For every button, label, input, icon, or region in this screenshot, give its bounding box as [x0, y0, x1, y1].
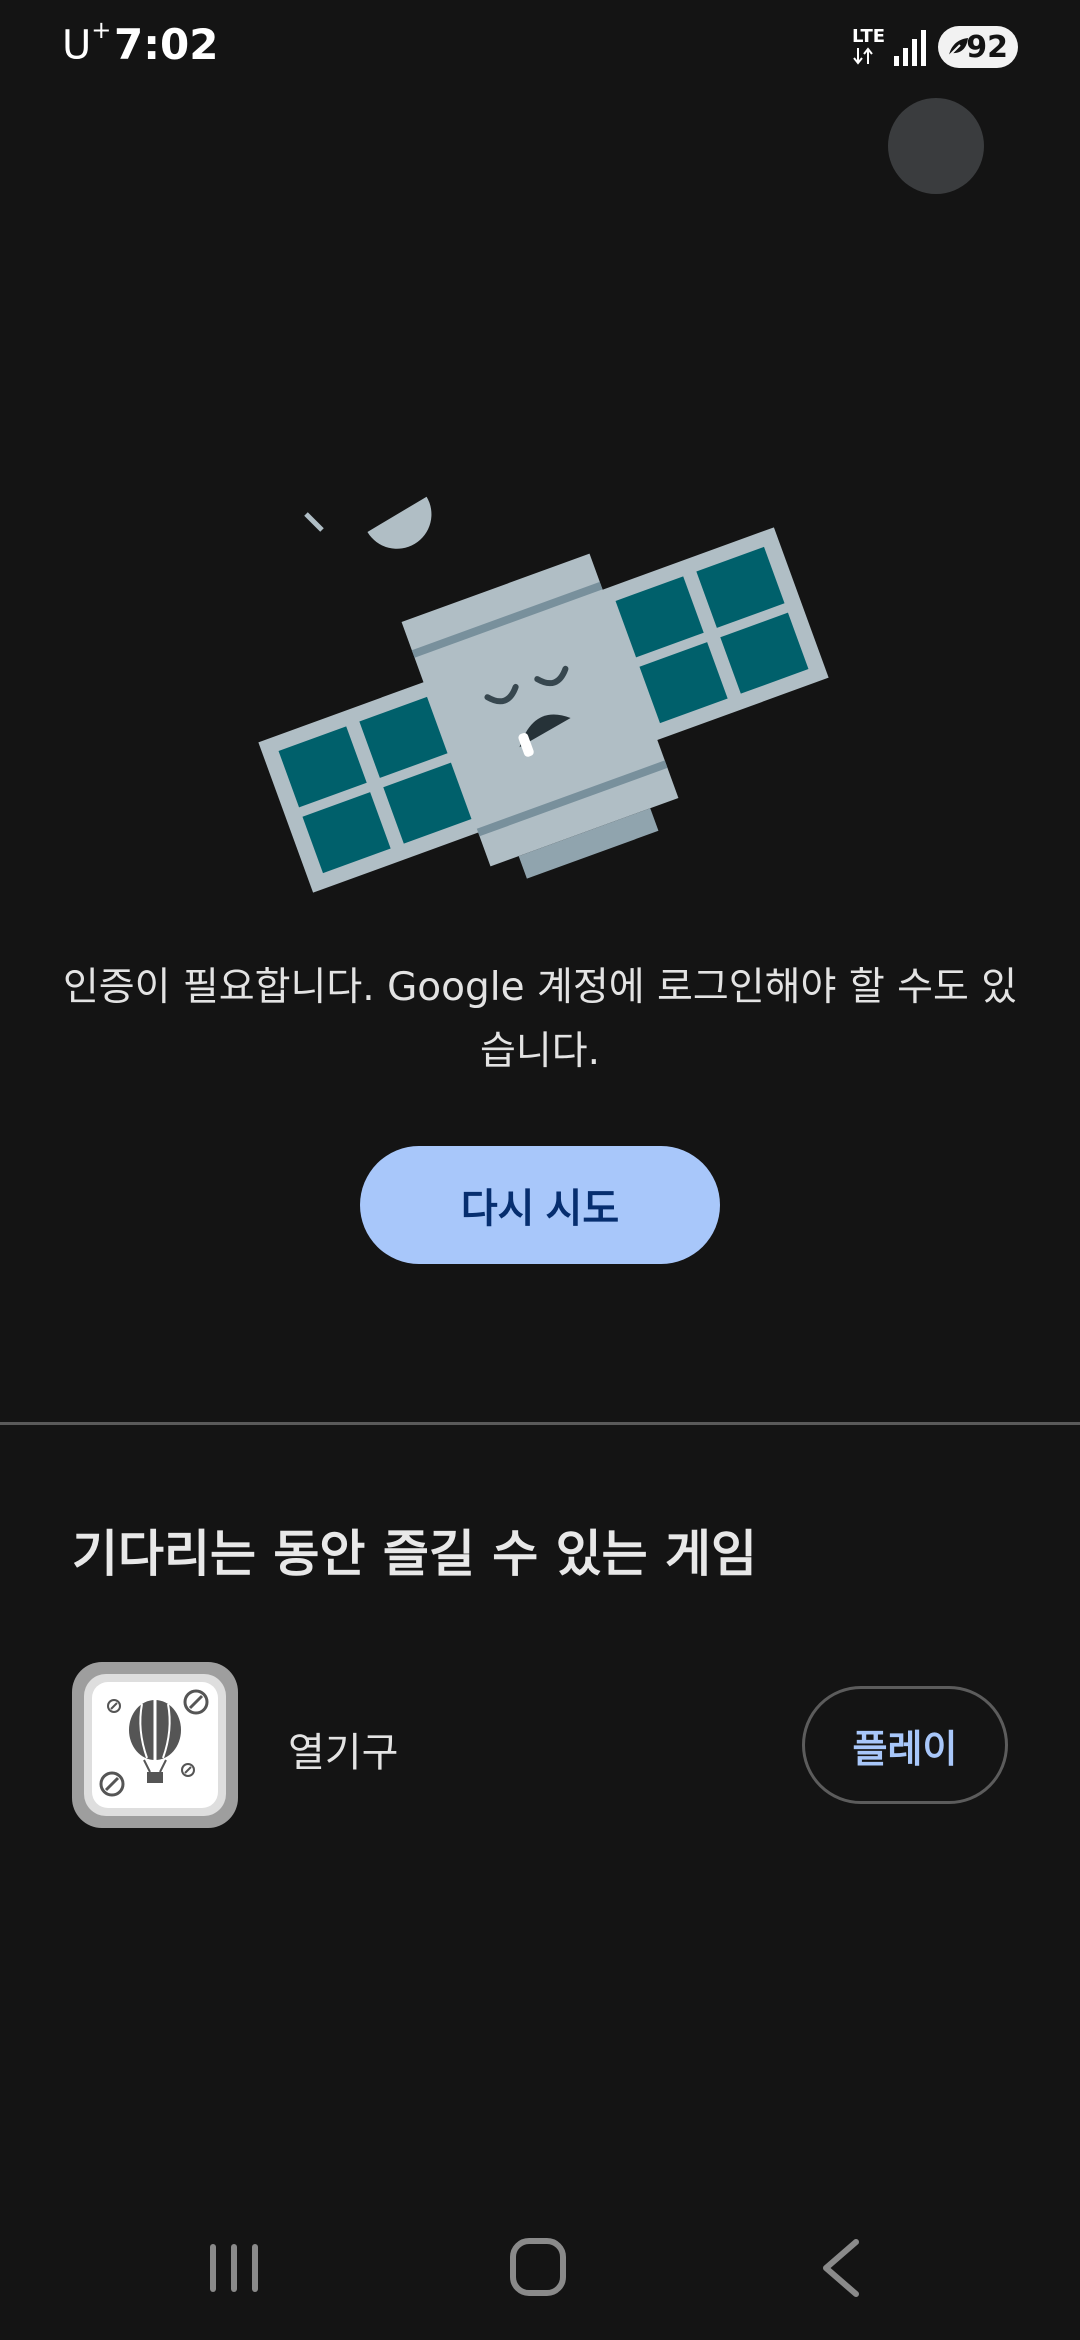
- screen: U+ 7:02 LTE 92 인증이 필요합니다. Google 계정에 로그인…: [0, 0, 1080, 2340]
- retry-button[interactable]: 다시 시도: [360, 1146, 720, 1264]
- battery-indicator: 92: [938, 26, 1018, 68]
- navigation-bar: [0, 2220, 1080, 2340]
- games-section-title: 기다리는 동안 즐길 수 있는 게임: [72, 1525, 758, 1583]
- battery-level: 92: [966, 29, 1008, 65]
- play-button[interactable]: 플레이: [802, 1686, 1008, 1804]
- hot-air-balloon-icon: [72, 1662, 238, 1828]
- data-arrows-icon: [853, 47, 873, 65]
- lte-icon: LTE: [852, 28, 888, 68]
- status-bar: U+ 7:02 LTE 92: [0, 0, 1080, 96]
- recent-apps-icon[interactable]: [206, 2238, 262, 2298]
- signal-strength-icon: [894, 30, 926, 66]
- section-divider: [0, 1422, 1080, 1425]
- sleeping-satellite-illustration: [258, 496, 829, 893]
- game-list-item: 열기구 플레이: [0, 1660, 1080, 1830]
- status-time: 7:02: [114, 20, 219, 69]
- game-name: 열기구: [288, 1730, 399, 1776]
- account-avatar[interactable]: [888, 98, 984, 194]
- carrier-label: U+: [62, 16, 112, 69]
- power-saving-leaf-icon: [947, 38, 968, 58]
- error-message: 인증이 필요합니다. Google 계정에 로그인해야 할 수도 있습니다.: [62, 965, 1018, 1074]
- back-icon[interactable]: [818, 2238, 862, 2298]
- home-icon[interactable]: [508, 2236, 568, 2298]
